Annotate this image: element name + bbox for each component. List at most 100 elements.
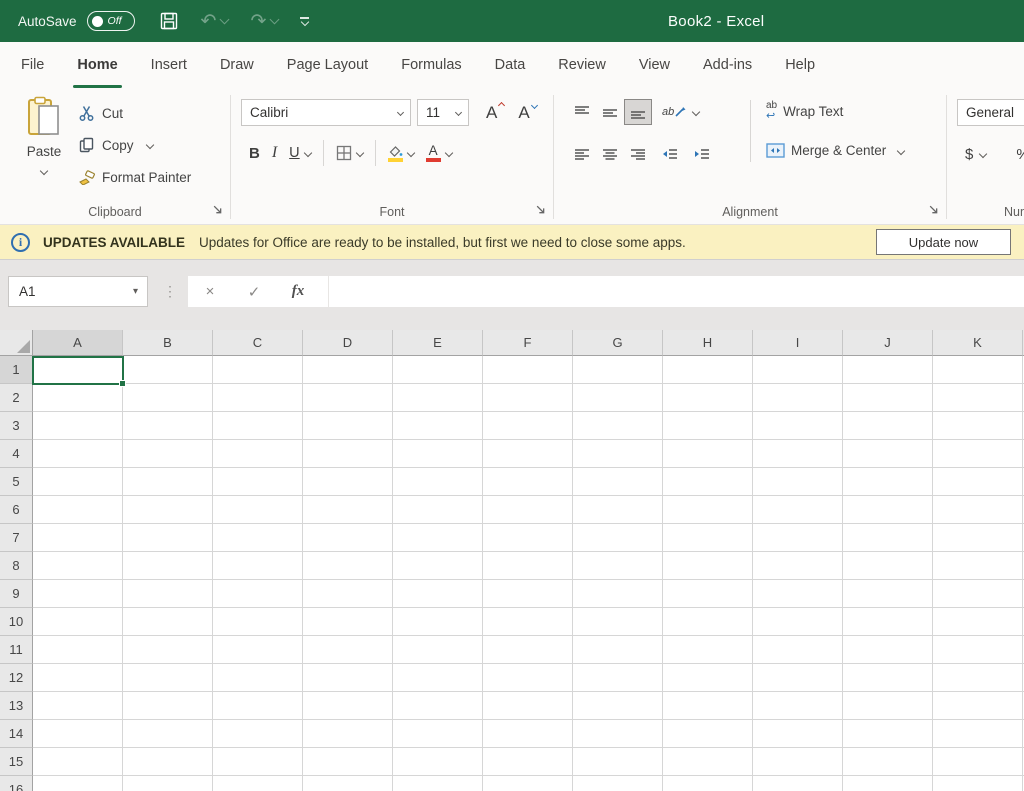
underline-button[interactable]: U [283,139,316,167]
tab-review[interactable]: Review [545,42,619,88]
grid-cell-b13[interactable] [123,692,213,720]
cancel-button[interactable]: × [188,283,232,300]
grid-cell-j4[interactable] [843,440,933,468]
percent-style-button[interactable]: % [1016,146,1024,163]
grid-cell-c15[interactable] [213,748,303,776]
grid-cell-h15[interactable] [663,748,753,776]
grid-cell-e12[interactable] [393,664,483,692]
grid-cell-g5[interactable] [573,468,663,496]
name-box[interactable]: A1 ▾ [8,276,148,307]
decrease-indent-button[interactable] [656,141,684,167]
copy-button[interactable]: Copy [76,129,191,161]
grid-cell-d3[interactable] [303,412,393,440]
grid-cell-h4[interactable] [663,440,753,468]
grid-cell-h12[interactable] [663,664,753,692]
grid-cell-d15[interactable] [303,748,393,776]
grid-cell-h14[interactable] [663,720,753,748]
column-header-d[interactable]: D [303,330,393,356]
grid-cell-a9[interactable] [33,580,123,608]
grid-cell-i5[interactable] [753,468,843,496]
grid-cell-f15[interactable] [483,748,573,776]
grid-cell-b2[interactable] [123,384,213,412]
grid-cell-k14[interactable] [933,720,1023,748]
grid-cell-i15[interactable] [753,748,843,776]
grid-cell-f6[interactable] [483,496,573,524]
tab-formulas[interactable]: Formulas [388,42,474,88]
grid-cell-f11[interactable] [483,636,573,664]
tab-page-layout[interactable]: Page Layout [274,42,381,88]
grid-cell-e1[interactable] [393,356,483,384]
grid-cell-b14[interactable] [123,720,213,748]
grid-cell-f5[interactable] [483,468,573,496]
grid-cell-g15[interactable] [573,748,663,776]
grid-cell-h6[interactable] [663,496,753,524]
grid-cell-k6[interactable] [933,496,1023,524]
tab-home[interactable]: Home [64,42,130,88]
grid-cell-d5[interactable] [303,468,393,496]
column-header-k[interactable]: K [933,330,1023,356]
grid-cell-h10[interactable] [663,608,753,636]
grid-cell-i13[interactable] [753,692,843,720]
grid-cell-g9[interactable] [573,580,663,608]
grid-cell-a4[interactable] [33,440,123,468]
redo-button[interactable]: ↷ [250,12,278,31]
name-box-dropdown-icon[interactable]: ▾ [133,286,138,297]
font-color-button[interactable]: A [420,139,458,167]
column-header-f[interactable]: F [483,330,573,356]
orientation-button[interactable]: ab [662,106,699,118]
column-header-j[interactable]: J [843,330,933,356]
grid-cell-b7[interactable] [123,524,213,552]
grid-cell-j13[interactable] [843,692,933,720]
grid-cell-k12[interactable] [933,664,1023,692]
grid-cell-a10[interactable] [33,608,123,636]
align-left-button[interactable] [568,141,596,167]
grid-cell-k2[interactable] [933,384,1023,412]
grid-cell-i4[interactable] [753,440,843,468]
grid-cell-a16[interactable] [33,776,123,791]
grid-cell-b12[interactable] [123,664,213,692]
grid-cell-a8[interactable] [33,552,123,580]
row-header-8[interactable]: 8 [0,552,33,580]
row-header-11[interactable]: 11 [0,636,33,664]
grid-cell-k15[interactable] [933,748,1023,776]
format-painter-button[interactable]: Format Painter [76,161,191,193]
grid-cell-c10[interactable] [213,608,303,636]
grid-cell-f8[interactable] [483,552,573,580]
grid-cell-a13[interactable] [33,692,123,720]
grid-cell-e5[interactable] [393,468,483,496]
number-format-select[interactable]: General [957,99,1024,126]
column-header-i[interactable]: I [753,330,843,356]
bold-button[interactable]: B [243,139,266,167]
tab-file[interactable]: File [8,42,57,88]
grid-cell-k1[interactable] [933,356,1023,384]
grid-cell-c8[interactable] [213,552,303,580]
grid-cell-c6[interactable] [213,496,303,524]
grid-cell-k7[interactable] [933,524,1023,552]
row-header-2[interactable]: 2 [0,384,33,412]
grid-cell-f3[interactable] [483,412,573,440]
wrap-text-button[interactable]: ab ↩ Wrap Text [766,101,843,122]
grid-cell-a6[interactable] [33,496,123,524]
grid-cell-d1[interactable] [303,356,393,384]
borders-button[interactable] [330,139,369,167]
grid-cell-e4[interactable] [393,440,483,468]
paste-button[interactable]: Paste [16,96,72,194]
tab-view[interactable]: View [626,42,683,88]
grid-cell-e15[interactable] [393,748,483,776]
grid-cell-h5[interactable] [663,468,753,496]
grid-cell-f13[interactable] [483,692,573,720]
grid-cell-b3[interactable] [123,412,213,440]
undo-button[interactable]: ↶ [201,12,229,31]
grid-cell-g13[interactable] [573,692,663,720]
grid-cell-i8[interactable] [753,552,843,580]
grid-cell-e14[interactable] [393,720,483,748]
font-name-select[interactable]: Calibri [241,99,411,126]
grid-cell-f9[interactable] [483,580,573,608]
row-header-10[interactable]: 10 [0,608,33,636]
grid-cell-d9[interactable] [303,580,393,608]
bottom-align-button[interactable] [624,99,652,125]
grid-cell-g1[interactable] [573,356,663,384]
grid-cell-c13[interactable] [213,692,303,720]
tab-insert[interactable]: Insert [138,42,200,88]
grid-cell-i16[interactable] [753,776,843,791]
